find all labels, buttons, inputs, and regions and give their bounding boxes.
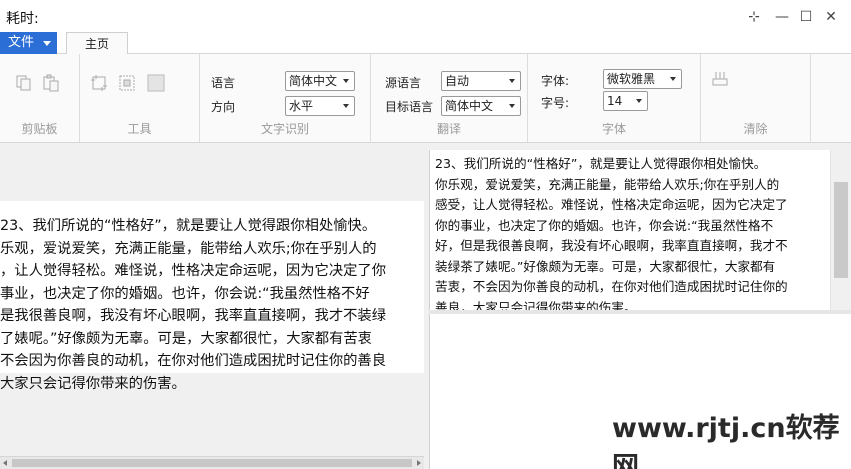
title-bar: 耗时: ⊹ — ☐ ✕ <box>0 0 851 32</box>
font-size-label: 字号: <box>541 96 570 110</box>
target-language-select[interactable]: 简体中文 <box>441 96 521 116</box>
font-family-label: 字体: <box>541 74 570 88</box>
font-family-select[interactable]: 微软雅黑 <box>603 69 682 89</box>
chevron-down-icon <box>636 99 642 103</box>
eraser-icon[interactable] <box>711 70 729 88</box>
scrollbar-thumb[interactable] <box>834 182 848 278</box>
direction-select[interactable]: 水平 <box>285 96 355 116</box>
chevron-down-icon <box>343 79 349 83</box>
font-family-value: 微软雅黑 <box>607 72 656 86</box>
group-tools: 工具 <box>80 54 200 143</box>
source-language-label: 源语言 <box>385 76 422 90</box>
scroll-left-icon[interactable] <box>3 460 7 466</box>
chevron-down-icon <box>343 104 349 108</box>
window-title: 耗时: <box>6 11 39 27</box>
source-language-value: 自动 <box>445 74 470 88</box>
direction-select-value: 水平 <box>289 99 314 113</box>
recognized-text: 23、我们所说的“性格好”，就是要让人觉得跟你相处愉快。 你乐观，爱说爱笑，充满… <box>435 156 788 310</box>
copy-icon[interactable] <box>15 74 33 92</box>
direction-label: 方向 <box>211 100 236 114</box>
language-label: 语言 <box>211 76 236 90</box>
group-label-ocr: 文字识别 <box>260 122 309 136</box>
chevron-down-icon <box>670 77 676 81</box>
group-label-clipboard: 剪贴板 <box>21 122 58 136</box>
ribbon: 剪贴板 工具 语言 简体中文 方向 水平 文字识别 源语言 自动 目标语言 简体… <box>0 54 851 143</box>
group-font: 字体: 微软雅黑 字号: 14 字体 <box>528 54 701 143</box>
chevron-down-icon <box>509 104 515 108</box>
group-translate: 源语言 自动 目标语言 简体中文 翻译 <box>371 54 528 143</box>
font-size-value: 14 <box>607 94 623 108</box>
source-language-select[interactable]: 自动 <box>441 71 521 91</box>
target-language-label: 目标语言 <box>385 100 434 114</box>
tab-home[interactable]: 主页 <box>66 32 128 55</box>
menu-bar: 文件 主页 <box>0 32 851 55</box>
scroll-right-icon[interactable] <box>417 460 421 466</box>
file-menu-label: 文件 <box>8 35 35 50</box>
font-size-select[interactable]: 14 <box>603 91 648 111</box>
group-label-clear: 清除 <box>743 122 768 136</box>
close-button[interactable]: ✕ <box>822 8 840 26</box>
maximize-button[interactable]: ☐ <box>797 8 815 26</box>
group-label-tools: 工具 <box>127 122 152 136</box>
source-image-text: 23、我们所说的“性格好”，就是要让人觉得跟你相处愉快。 乐观，爱说爱笑，充满正… <box>0 218 387 392</box>
horizontal-scrollbar[interactable] <box>0 456 424 469</box>
target-language-value: 简体中文 <box>445 99 494 113</box>
language-select-value: 简体中文 <box>289 74 338 88</box>
pin-icon[interactable]: ⊹ <box>745 8 763 26</box>
vertical-scrollbar[interactable] <box>830 150 851 310</box>
chevron-down-icon <box>43 41 51 46</box>
pane-splitter[interactable] <box>429 310 851 314</box>
minimize-button[interactable]: — <box>773 8 791 26</box>
scrollbar-thumb[interactable] <box>12 459 412 467</box>
group-clear: 清除 <box>701 54 811 143</box>
group-ocr: 语言 简体中文 方向 水平 文字识别 <box>200 54 371 143</box>
source-image: 23、我们所说的“性格好”，就是要让人觉得跟你相处愉快。 乐观，爱说爱笑，充满正… <box>0 201 424 392</box>
recognized-text-area[interactable]: 23、我们所说的“性格好”，就是要让人觉得跟你相处愉快。 你乐观，爱说爱笑，充满… <box>430 150 835 310</box>
paste-icon[interactable] <box>42 74 60 92</box>
chevron-down-icon <box>509 79 515 83</box>
file-menu-button[interactable]: 文件 <box>0 32 57 54</box>
group-clipboard: 剪贴板 <box>0 54 80 143</box>
select-area-icon[interactable] <box>147 74 165 92</box>
group-label-translate: 翻译 <box>436 122 461 136</box>
language-select[interactable]: 简体中文 <box>285 71 355 91</box>
watermark: www.rjtj.cn软荐网 <box>612 413 840 469</box>
crop-icon[interactable] <box>90 74 108 92</box>
group-label-font: 字体 <box>601 122 626 136</box>
screenshot-icon[interactable] <box>118 74 136 92</box>
